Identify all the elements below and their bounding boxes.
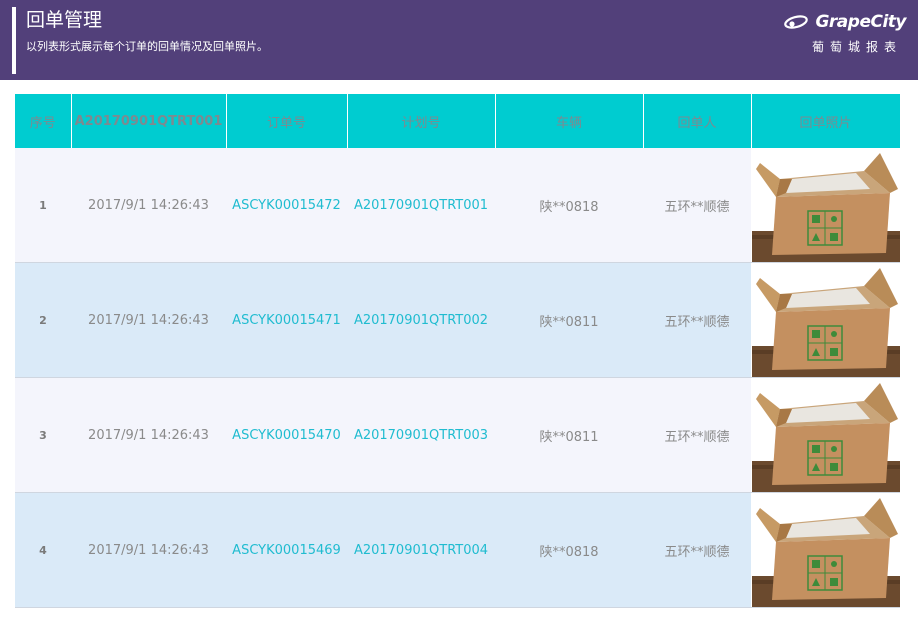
- header-accent-bar: [12, 7, 16, 74]
- order-number-link[interactable]: ASCYK00015472: [226, 148, 347, 263]
- column-header-order[interactable]: 订单号: [226, 94, 348, 148]
- table-row: 2 2017/9/1 14:26:43 ASCYK00015471 A20170…: [15, 262, 900, 378]
- table-row: 4 2017/9/1 14:26:43 ASCYK00015469 A20170…: [15, 492, 900, 608]
- column-header-vehicle[interactable]: 车辆: [495, 94, 644, 148]
- column-header-plan[interactable]: 计划号: [347, 94, 496, 148]
- page-title: 回单管理: [26, 9, 103, 31]
- receipt-photo-cell[interactable]: [751, 492, 900, 608]
- receipt-photo-cell[interactable]: [751, 262, 900, 378]
- row-seq: 2: [15, 262, 71, 378]
- brand-name: GrapeCity: [815, 12, 906, 32]
- row-vehicle: 陕**0818: [495, 492, 643, 608]
- row-vehicle: 陕**0818: [495, 148, 643, 263]
- receipt-photo-cell[interactable]: [751, 377, 900, 493]
- cardboard-box-photo[interactable]: [751, 263, 900, 377]
- row-receiver: 五环**顺德: [643, 148, 751, 263]
- row-time: 2017/9/1 14:26:43: [71, 148, 226, 263]
- brand-logo: GrapeCity: [783, 12, 906, 32]
- receipt-table: 序号 A20170901QTRT001 订单号 计划号 车辆 回单人 回单照片 …: [15, 94, 901, 608]
- order-number-link[interactable]: ASCYK00015469: [226, 492, 347, 608]
- table-row: 1 2017/9/1 14:26:43 ASCYK00015472 A20170…: [15, 148, 900, 263]
- brand-subtitle: 葡萄城报表: [811, 40, 902, 54]
- order-number-link[interactable]: ASCYK00015470: [226, 377, 347, 493]
- row-seq: 4: [15, 492, 71, 608]
- table-header-row: 序号 A20170901QTRT001 订单号 计划号 车辆 回单人 回单照片: [15, 94, 901, 148]
- page-header: 回单管理 以列表形式展示每个订单的回单情况及回单照片。 GrapeCity 葡萄…: [0, 0, 918, 80]
- order-number-link[interactable]: ASCYK00015471: [226, 262, 347, 378]
- receipt-photo-cell[interactable]: [751, 148, 900, 263]
- grapecity-logo-icon: [784, 15, 809, 29]
- column-header-seq[interactable]: 序号: [15, 94, 72, 148]
- row-vehicle: 陕**0811: [495, 377, 643, 493]
- cardboard-box-photo[interactable]: [751, 378, 900, 492]
- column-header-receiver[interactable]: 回单人: [643, 94, 752, 148]
- row-receiver: 五环**顺德: [643, 492, 751, 608]
- plan-number-link[interactable]: A20170901QTRT002: [347, 262, 495, 378]
- row-receiver: 五环**顺德: [643, 377, 751, 493]
- row-receiver: 五环**顺德: [643, 262, 751, 378]
- table-row: 3 2017/9/1 14:26:43 ASCYK00015470 A20170…: [15, 377, 900, 493]
- cardboard-box-photo[interactable]: [751, 493, 900, 607]
- row-time: 2017/9/1 14:26:43: [71, 262, 226, 378]
- brand: GrapeCity 葡萄城报表: [783, 12, 906, 58]
- row-time: 2017/9/1 14:26:43: [71, 492, 226, 608]
- row-time: 2017/9/1 14:26:43: [71, 377, 226, 493]
- row-seq: 1: [15, 148, 71, 263]
- row-seq: 3: [15, 377, 71, 493]
- row-vehicle: 陕**0811: [495, 262, 643, 378]
- plan-number-link[interactable]: A20170901QTRT003: [347, 377, 495, 493]
- column-header-photo[interactable]: 回单照片: [751, 94, 901, 148]
- page-subtitle: 以列表形式展示每个订单的回单情况及回单照片。: [26, 40, 268, 53]
- plan-number-link[interactable]: A20170901QTRT004: [347, 492, 495, 608]
- column-header-time[interactable]: A20170901QTRT001: [71, 94, 227, 148]
- cardboard-box-photo[interactable]: [751, 148, 900, 262]
- plan-number-link[interactable]: A20170901QTRT001: [347, 148, 495, 263]
